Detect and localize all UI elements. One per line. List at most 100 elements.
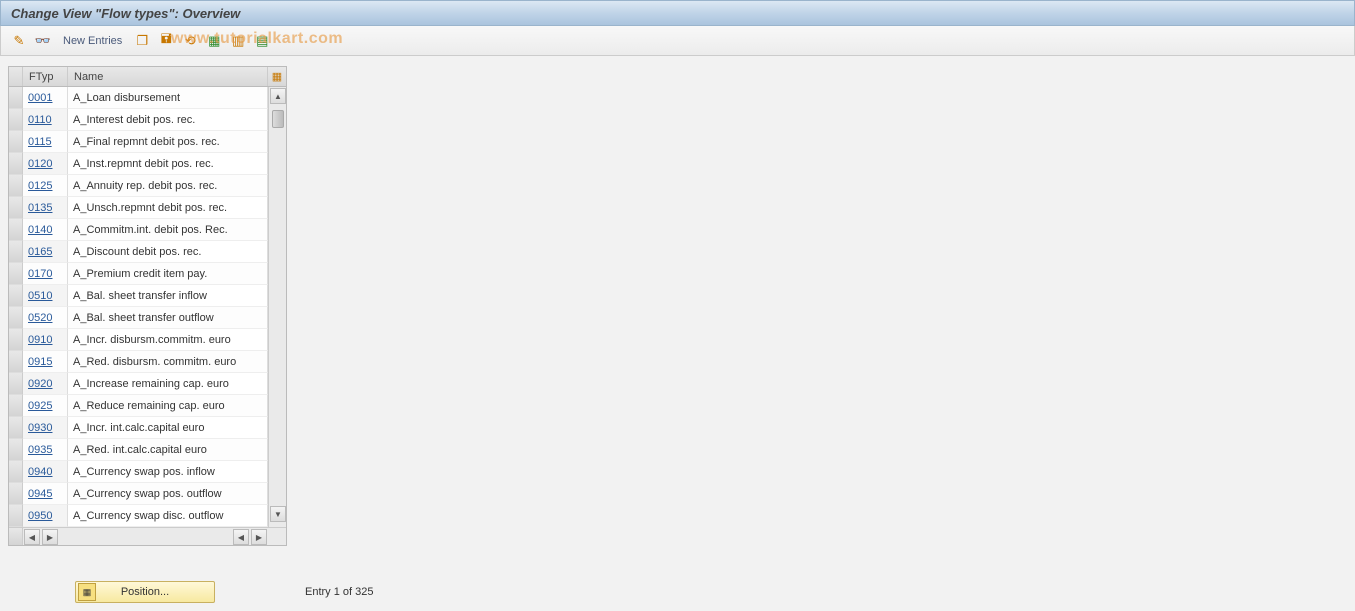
row-selector[interactable] — [9, 307, 23, 329]
cell-ftyp[interactable]: 0115 — [23, 131, 68, 153]
row-selector[interactable] — [9, 131, 23, 153]
table-row[interactable]: 0950A_Currency swap disc. outflow▼ — [9, 505, 286, 527]
table-row[interactable]: 0925A_Reduce remaining cap. euro — [9, 395, 286, 417]
horizontal-scrollbar[interactable]: ◀ ▶ ◀ ▶ — [9, 527, 286, 545]
cell-ftyp[interactable]: 0915 — [23, 351, 68, 373]
cell-name[interactable]: A_Red. int.calc.capital euro — [68, 439, 268, 461]
cell-ftyp[interactable]: 0510 — [23, 285, 68, 307]
row-selector[interactable] — [9, 263, 23, 285]
header-selector[interactable] — [9, 67, 23, 86]
cell-name[interactable]: A_Increase remaining cap. euro — [68, 373, 268, 395]
table-row[interactable]: 0120A_Inst.repmnt debit pos. rec. — [9, 153, 286, 175]
cell-name[interactable]: A_Reduce remaining cap. euro — [68, 395, 268, 417]
cell-name[interactable]: A_Inst.repmnt debit pos. rec. — [68, 153, 268, 175]
glasses-icon[interactable]: 👓 — [33, 31, 53, 51]
cell-ftyp[interactable]: 0110 — [23, 109, 68, 131]
cell-ftyp[interactable]: 0140 — [23, 219, 68, 241]
table-settings-icon[interactable]: ▦ — [268, 67, 286, 86]
row-selector[interactable] — [9, 197, 23, 219]
cell-ftyp[interactable]: 0520 — [23, 307, 68, 329]
table-icon[interactable]: ▤ — [252, 31, 272, 51]
row-selector[interactable] — [9, 109, 23, 131]
cell-name[interactable]: A_Currency swap pos. inflow — [68, 461, 268, 483]
cell-ftyp[interactable]: 0001 — [23, 87, 68, 109]
cell-name[interactable]: A_Unsch.repmnt debit pos. rec. — [68, 197, 268, 219]
row-selector[interactable] — [9, 175, 23, 197]
row-selector[interactable] — [9, 219, 23, 241]
table-row[interactable]: 0915A_Red. disbursm. commitm. euro — [9, 351, 286, 373]
cell-ftyp[interactable]: 0165 — [23, 241, 68, 263]
row-selector[interactable] — [9, 505, 23, 527]
table-row[interactable]: 0510A_Bal. sheet transfer inflow — [9, 285, 286, 307]
scroll-down-icon[interactable]: ▼ — [270, 506, 286, 522]
table-row[interactable]: 0140A_Commitm.int. debit pos. Rec. — [9, 219, 286, 241]
deselect-icon[interactable]: ▥ — [228, 31, 248, 51]
table-row[interactable]: 0910A_Incr. disbursm.commitm. euro — [9, 329, 286, 351]
copy-icon[interactable]: ❐ — [132, 31, 152, 51]
table-row[interactable]: 0110A_Interest debit pos. rec. — [9, 109, 286, 131]
row-selector[interactable] — [9, 153, 23, 175]
save-icon[interactable]: 🖬 — [156, 31, 176, 51]
table-row[interactable]: 0520A_Bal. sheet transfer outflow — [9, 307, 286, 329]
table-row[interactable]: 0165A_Discount debit pos. rec. — [9, 241, 286, 263]
row-selector[interactable] — [9, 417, 23, 439]
cell-name[interactable]: A_Premium credit item pay. — [68, 263, 268, 285]
new-entries-button[interactable]: New Entries — [57, 35, 128, 47]
row-selector[interactable] — [9, 373, 23, 395]
table-row[interactable]: 0935A_Red. int.calc.capital euro — [9, 439, 286, 461]
cell-name[interactable]: A_Interest debit pos. rec. — [68, 109, 268, 131]
hscroll-left-icon[interactable]: ◀ — [24, 529, 40, 545]
cell-name[interactable]: A_Loan disbursement — [68, 87, 268, 109]
row-selector[interactable] — [9, 329, 23, 351]
select-all-icon[interactable]: ▦ — [204, 31, 224, 51]
table-row[interactable]: 0001A_Loan disbursement▲ — [9, 87, 286, 109]
cell-name[interactable]: A_Discount debit pos. rec. — [68, 241, 268, 263]
cell-name[interactable]: A_Incr. int.calc.capital euro — [68, 417, 268, 439]
scroll-thumb[interactable] — [272, 110, 284, 128]
row-selector[interactable] — [9, 395, 23, 417]
cell-ftyp[interactable]: 0930 — [23, 417, 68, 439]
table-row[interactable]: 0170A_Premium credit item pay. — [9, 263, 286, 285]
cell-name[interactable]: A_Annuity rep. debit pos. rec. — [68, 175, 268, 197]
table-row[interactable]: 0135A_Unsch.repmnt debit pos. rec. — [9, 197, 286, 219]
table-row[interactable]: 0920A_Increase remaining cap. euro — [9, 373, 286, 395]
position-button[interactable]: ▦ Position... — [75, 581, 215, 603]
change-icon[interactable]: ✎ — [9, 31, 29, 51]
cell-ftyp[interactable]: 0950 — [23, 505, 68, 527]
hscroll-right-icon[interactable]: ▶ — [42, 529, 58, 545]
cell-name[interactable]: A_Commitm.int. debit pos. Rec. — [68, 219, 268, 241]
cell-ftyp[interactable]: 0910 — [23, 329, 68, 351]
row-selector[interactable] — [9, 351, 23, 373]
cell-ftyp[interactable]: 0135 — [23, 197, 68, 219]
cell-name[interactable]: A_Currency swap disc. outflow — [68, 505, 268, 527]
cell-ftyp[interactable]: 0120 — [23, 153, 68, 175]
cell-ftyp[interactable]: 0940 — [23, 461, 68, 483]
cell-ftyp[interactable]: 0935 — [23, 439, 68, 461]
cell-ftyp[interactable]: 0920 — [23, 373, 68, 395]
cell-name[interactable]: A_Incr. disbursm.commitm. euro — [68, 329, 268, 351]
cell-ftyp[interactable]: 0945 — [23, 483, 68, 505]
header-ftyp[interactable]: FTyp — [23, 67, 68, 86]
table-row[interactable]: 0945A_Currency swap pos. outflow — [9, 483, 286, 505]
table-row[interactable]: 0125A_Annuity rep. debit pos. rec. — [9, 175, 286, 197]
row-selector[interactable] — [9, 285, 23, 307]
row-selector[interactable] — [9, 87, 23, 109]
undo-icon[interactable]: ⟲ — [180, 31, 200, 51]
table-row[interactable]: 0930A_Incr. int.calc.capital euro — [9, 417, 286, 439]
row-selector[interactable] — [9, 439, 23, 461]
cell-ftyp[interactable]: 0925 — [23, 395, 68, 417]
table-row[interactable]: 0940A_Currency swap pos. inflow — [9, 461, 286, 483]
hscroll-right2-icon[interactable]: ▶ — [251, 529, 267, 545]
row-selector[interactable] — [9, 483, 23, 505]
table-row[interactable]: 0115A_Final repmnt debit pos. rec. — [9, 131, 286, 153]
cell-name[interactable]: A_Bal. sheet transfer outflow — [68, 307, 268, 329]
cell-name[interactable]: A_Red. disbursm. commitm. euro — [68, 351, 268, 373]
header-name[interactable]: Name — [68, 67, 268, 86]
cell-name[interactable]: A_Currency swap pos. outflow — [68, 483, 268, 505]
row-selector[interactable] — [9, 461, 23, 483]
cell-ftyp[interactable]: 0125 — [23, 175, 68, 197]
hscroll-left2-icon[interactable]: ◀ — [233, 529, 249, 545]
cell-ftyp[interactable]: 0170 — [23, 263, 68, 285]
scroll-up-icon[interactable]: ▲ — [270, 88, 286, 104]
cell-name[interactable]: A_Bal. sheet transfer inflow — [68, 285, 268, 307]
